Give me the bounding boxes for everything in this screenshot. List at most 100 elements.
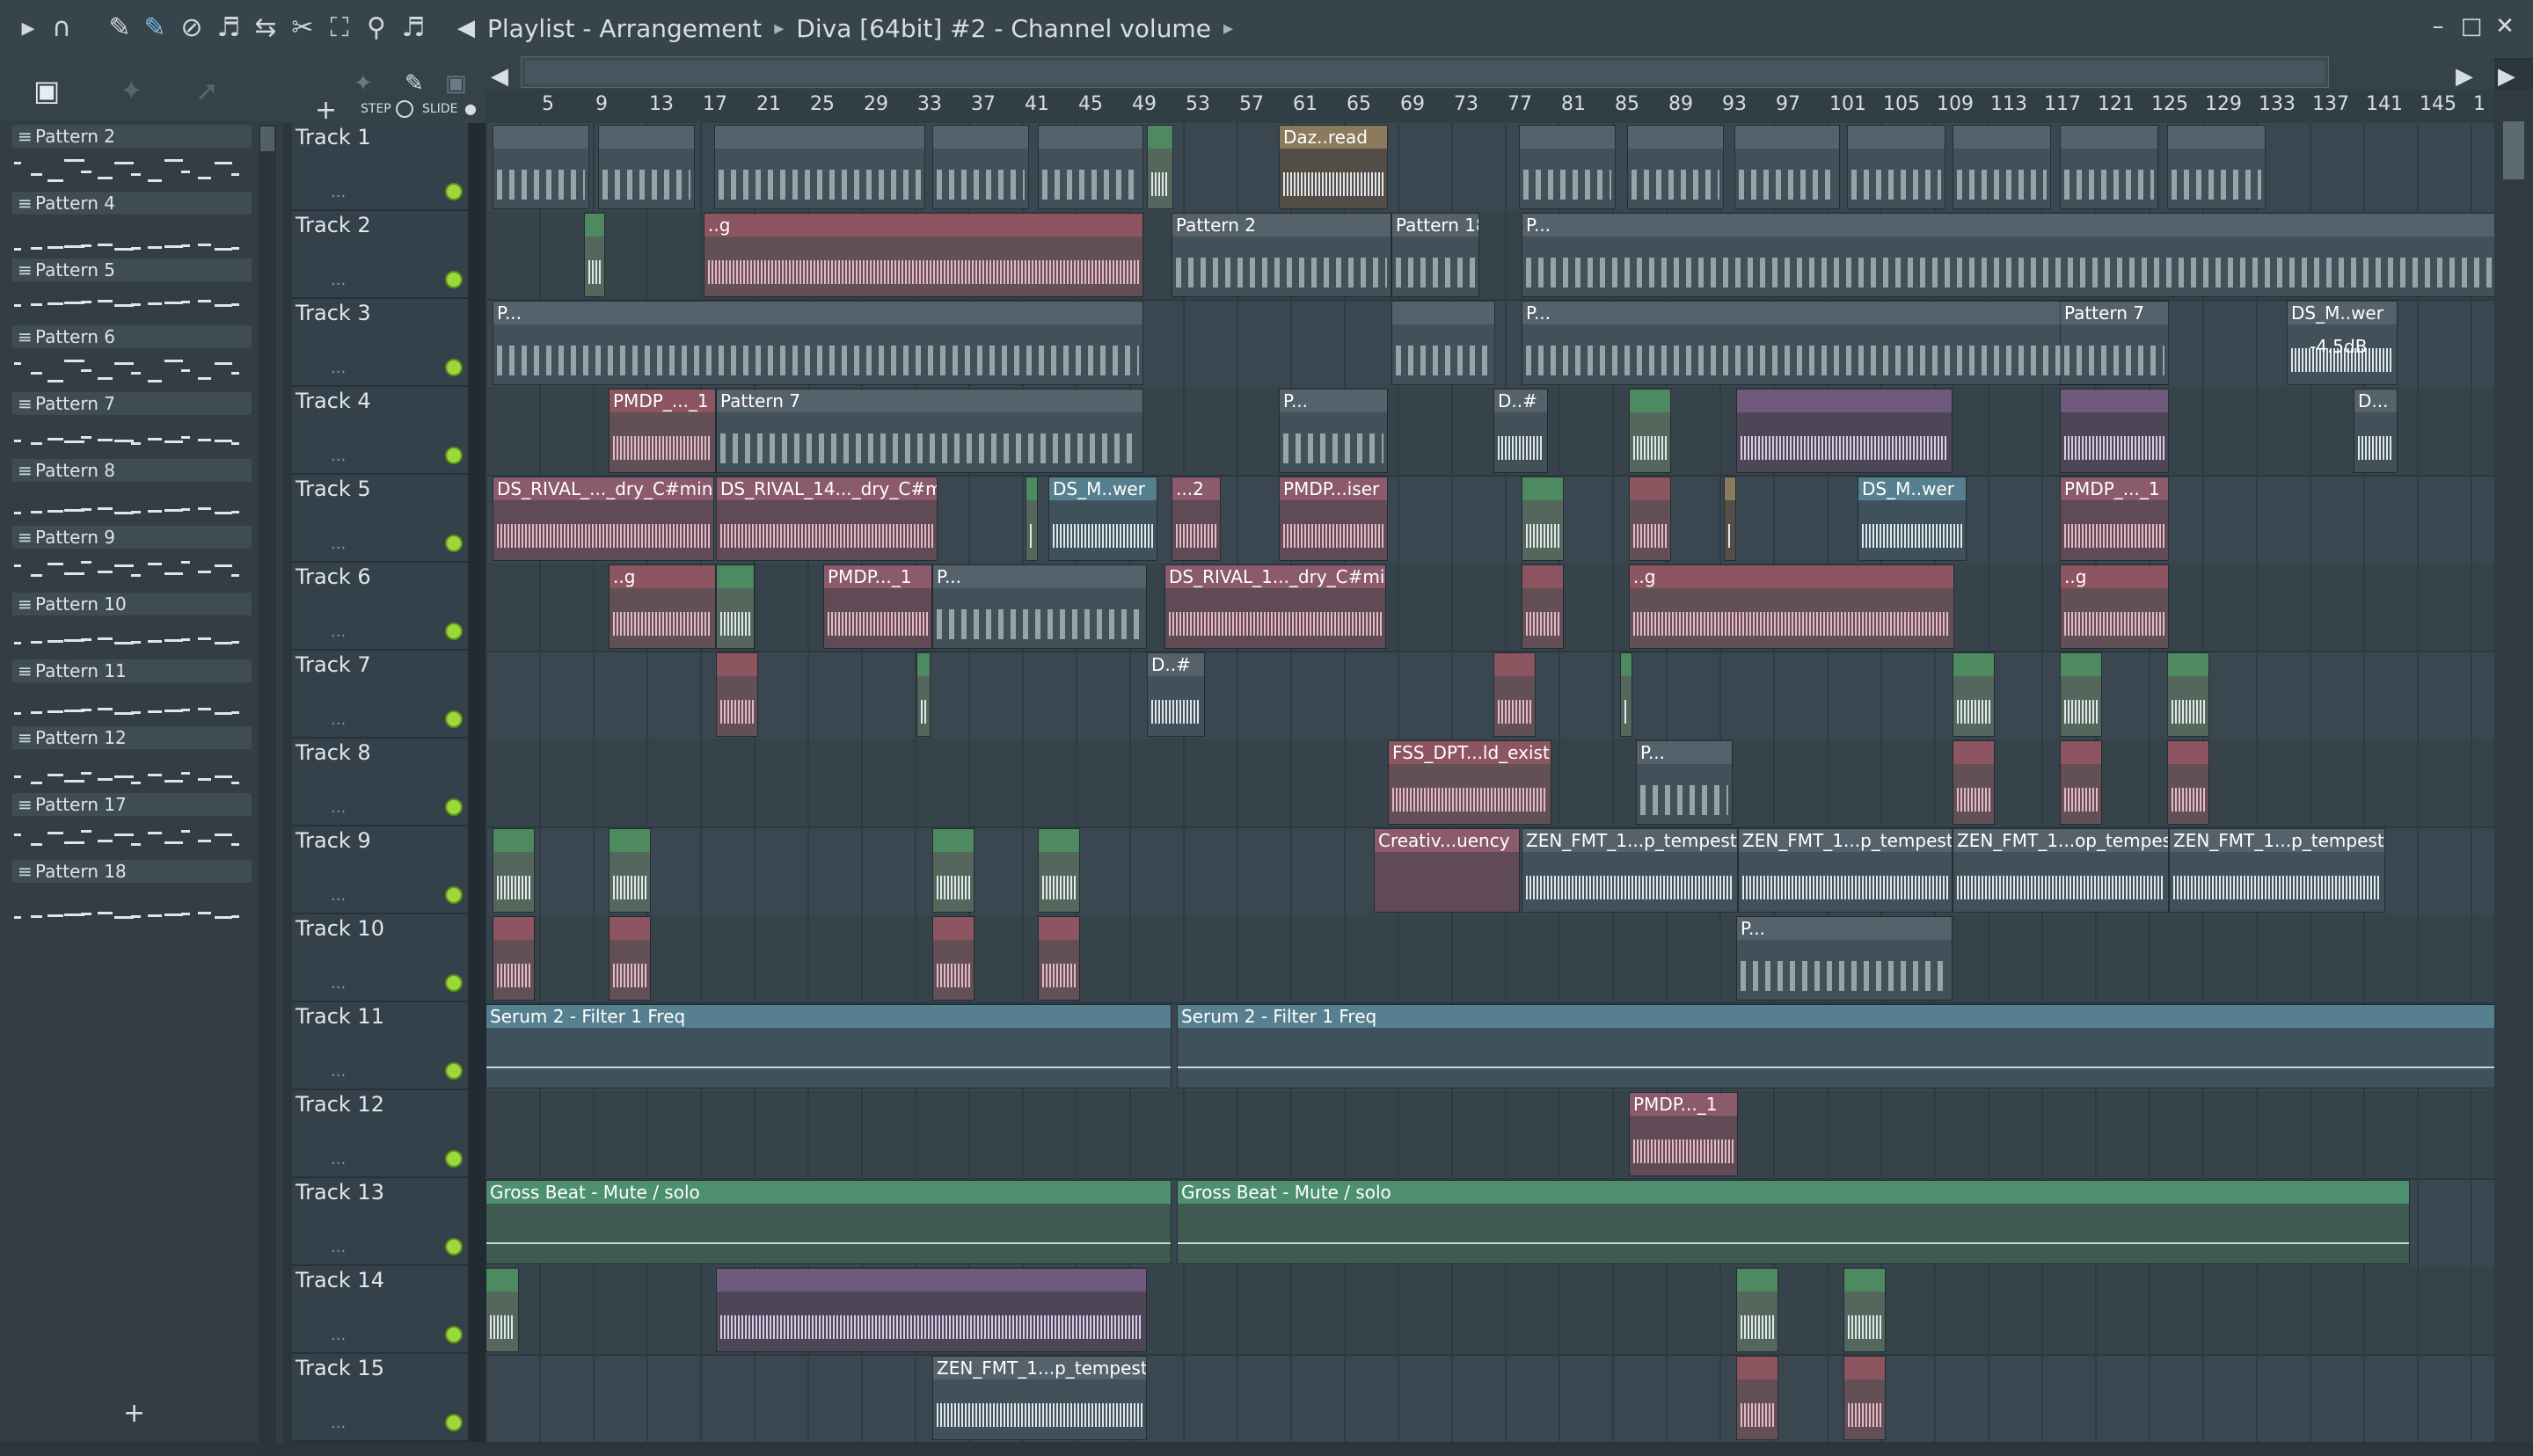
track-options[interactable]: ... bbox=[331, 886, 346, 905]
playlist-clip[interactable] bbox=[1953, 652, 1995, 737]
playlist-clip[interactable] bbox=[1522, 564, 1564, 649]
playlist-clip[interactable] bbox=[609, 916, 651, 1001]
track-enable-led[interactable] bbox=[445, 798, 463, 816]
playlist-clip[interactable] bbox=[493, 125, 589, 209]
track-header[interactable]: Track 10... bbox=[292, 914, 468, 1002]
track-options[interactable]: ... bbox=[331, 1238, 346, 1256]
pattern-item[interactable]: Pattern 6 bbox=[12, 325, 252, 392]
track-header[interactable]: Track 13... bbox=[292, 1178, 468, 1266]
playlist-clip[interactable]: Pattern 7 bbox=[2060, 301, 2169, 385]
playlist-clip[interactable]: ..g bbox=[609, 564, 716, 649]
delete-icon[interactable]: ⊘ bbox=[176, 12, 208, 44]
playlist-clip[interactable]: ZEN_FMT_1...p_tempest bbox=[1522, 828, 1738, 913]
playlist-clip[interactable]: P... bbox=[1736, 916, 1953, 1001]
playlist-clip[interactable] bbox=[1724, 477, 1736, 561]
playlist-clip[interactable] bbox=[1627, 125, 1724, 209]
pattern-item[interactable]: Pattern 8 bbox=[12, 459, 252, 526]
track-header[interactable]: Track 2... bbox=[292, 211, 468, 299]
breadcrumb-channel[interactable]: Diva [64bit] #2 - Channel volume bbox=[796, 14, 1211, 43]
playlist-clip[interactable] bbox=[1847, 125, 1945, 209]
slide-toggle[interactable]: ● bbox=[464, 100, 477, 117]
playlist-clip[interactable] bbox=[932, 916, 975, 1001]
playlist-clip[interactable] bbox=[1038, 916, 1080, 1001]
playlist-clip[interactable]: ..g bbox=[704, 213, 1143, 297]
playlist-clip[interactable] bbox=[584, 213, 605, 297]
playlist-clip[interactable]: Gross Beat - Mute / solo bbox=[1177, 1180, 2410, 1264]
playlist-clip[interactable]: D..# bbox=[1147, 652, 1205, 737]
scroll-far-right-button[interactable]: ▶ bbox=[2498, 63, 2515, 90]
playlist-clip[interactable] bbox=[1953, 740, 1995, 825]
pattern-item[interactable]: Pattern 11 bbox=[12, 659, 252, 726]
track-header[interactable]: Track 6... bbox=[292, 563, 468, 651]
track-options[interactable]: ... bbox=[331, 1414, 346, 1432]
playlist-clip[interactable]: ZEN_FMT_1...op_tempest bbox=[1953, 828, 2169, 913]
playlist-clip[interactable]: ..g bbox=[2060, 564, 2169, 649]
playlist-clip[interactable] bbox=[714, 125, 925, 209]
mute-icon[interactable]: ♬ bbox=[213, 12, 245, 44]
playlist-clip[interactable] bbox=[609, 828, 651, 913]
automation-icon[interactable]: ➚ bbox=[195, 74, 219, 107]
track-header[interactable]: Track 4... bbox=[292, 387, 468, 475]
playlist-clip[interactable] bbox=[2060, 125, 2158, 209]
playlist-clip[interactable]: P... bbox=[1279, 389, 1388, 473]
track-header[interactable]: Track 14... bbox=[292, 1266, 468, 1354]
playlist-clip[interactable] bbox=[916, 652, 931, 737]
magnet-icon[interactable]: ∩ bbox=[46, 12, 77, 44]
track-lane[interactable] bbox=[485, 1090, 2494, 1180]
track-header[interactable]: Track 5... bbox=[292, 475, 468, 563]
track-enable-led[interactable] bbox=[445, 1238, 463, 1256]
playlist-clip[interactable] bbox=[716, 652, 758, 737]
track-options[interactable]: ... bbox=[331, 447, 346, 465]
add-track-button[interactable]: + bbox=[315, 95, 337, 126]
close-button[interactable]: ✕ bbox=[2489, 9, 2521, 44]
playlist-clip[interactable]: DS_M..wer bbox=[1858, 477, 1967, 561]
paint-brush-icon[interactable]: ✎ bbox=[139, 12, 171, 44]
playlist-clip[interactable] bbox=[1736, 1268, 1778, 1352]
playlist-clip[interactable]: Gross Beat - Mute / solo bbox=[485, 1180, 1172, 1264]
track-enable-led[interactable] bbox=[445, 535, 463, 552]
playlist-clip[interactable] bbox=[1734, 125, 1840, 209]
zoom-icon[interactable]: ⚲ bbox=[361, 12, 392, 44]
playlist-clip[interactable]: Pattern 18 bbox=[1391, 213, 1479, 297]
track-enable-led[interactable] bbox=[445, 183, 463, 200]
speaker-icon[interactable]: ◀ bbox=[457, 15, 475, 41]
track-enable-led[interactable] bbox=[445, 359, 463, 376]
playlist-clip[interactable]: D... bbox=[2354, 389, 2398, 473]
draw-icon[interactable]: ✎ bbox=[405, 70, 424, 97]
playlist-clip[interactable]: Daz..read bbox=[1279, 125, 1388, 209]
audio-icon[interactable]: ✦ bbox=[120, 74, 143, 107]
scroll-left-button[interactable]: ◀ bbox=[491, 63, 508, 90]
track-header[interactable]: Track 11... bbox=[292, 1002, 468, 1090]
playlist-clip[interactable]: ZEN_FMT_1...p_tempest bbox=[1738, 828, 1953, 913]
track-header[interactable]: Track 3... bbox=[292, 299, 468, 387]
pattern-item[interactable]: Pattern 10 bbox=[12, 593, 252, 659]
playlist-clip[interactable] bbox=[1629, 389, 1671, 473]
track-options[interactable]: ... bbox=[331, 974, 346, 993]
playlist-clip[interactable]: DS_M..wer bbox=[1048, 477, 1157, 561]
playlist-clip[interactable]: PMDP_..._1 bbox=[2060, 477, 2169, 561]
snap-icon[interactable]: ✦ bbox=[354, 70, 373, 97]
pattern-item[interactable]: Pattern 9 bbox=[12, 526, 252, 593]
track-enable-led[interactable] bbox=[445, 1414, 463, 1431]
track-options[interactable]: ... bbox=[331, 535, 346, 553]
add-pattern-button[interactable]: + bbox=[123, 1398, 145, 1429]
playlist-clip[interactable]: ..g bbox=[1629, 564, 1954, 649]
track-enable-led[interactable] bbox=[445, 1150, 463, 1168]
playlist-clip[interactable] bbox=[2167, 652, 2209, 737]
track-header[interactable]: Track 7... bbox=[292, 651, 468, 739]
browser-scrollbar[interactable] bbox=[259, 125, 276, 1456]
pattern-item[interactable]: Pattern 4 bbox=[12, 192, 252, 258]
track-header[interactable]: Track 8... bbox=[292, 739, 468, 826]
track-lane[interactable] bbox=[485, 914, 2494, 1004]
playlist-clip[interactable] bbox=[1522, 477, 1564, 561]
track-enable-led[interactable] bbox=[445, 447, 463, 464]
playlist-clip[interactable] bbox=[932, 125, 1029, 209]
track-enable-led[interactable] bbox=[445, 710, 463, 728]
keys-icon[interactable]: ▣ bbox=[445, 70, 467, 97]
playlist-clip[interactable]: FSS_DPT...ld_exist bbox=[1388, 740, 1551, 825]
playlist-clip[interactable]: DS_RIVAL_14..._dry_C#min bbox=[716, 477, 938, 561]
time-ruler[interactable]: 5 9 13 17 21 25 29 33 37 41 45 49 53 57 61 65 69 73 77 81 85… bbox=[485, 90, 2494, 123]
piano-icon[interactable]: ▣ bbox=[33, 74, 60, 107]
track-options[interactable]: ... bbox=[331, 798, 346, 817]
playlist-clip[interactable] bbox=[493, 916, 535, 1001]
